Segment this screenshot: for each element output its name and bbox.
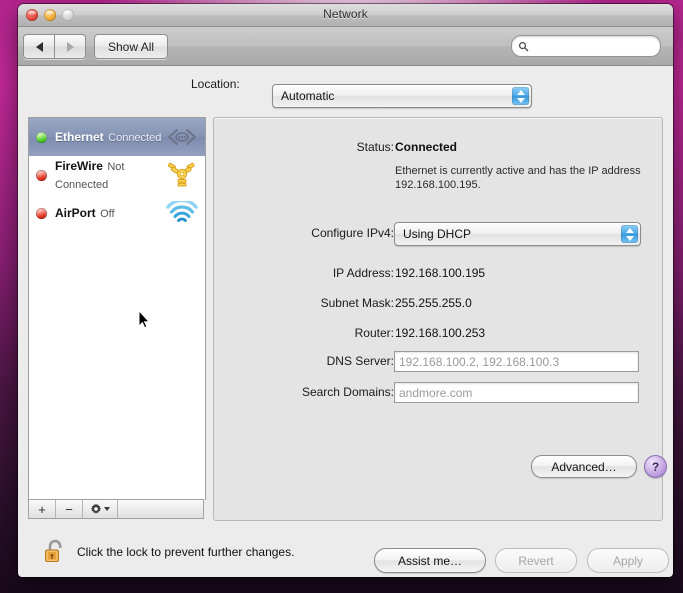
service-row-firewire[interactable]: FireWire Not Connected [29,156,205,194]
help-button[interactable]: ? [644,455,667,478]
apply-label: Apply [613,554,643,568]
assist-me-button[interactable]: Assist me… [374,548,486,573]
advanced-label: Advanced… [551,460,616,474]
search-domains-row: Search Domains: [214,381,662,403]
dns-server-input[interactable] [395,354,638,369]
assist-me-label: Assist me… [398,554,462,568]
lock-area[interactable]: Click the lock to prevent further change… [44,539,294,565]
configure-ipv4-stepper-icon [621,225,638,243]
router-label: Router: [194,322,394,344]
dns-server-field[interactable] [394,351,639,372]
service-action-menu-button[interactable] [83,500,118,518]
add-service-button[interactable]: + [29,500,56,518]
advanced-button[interactable]: Advanced… [531,455,637,478]
service-name: Ethernet [55,130,104,144]
add-service-label: + [38,502,46,517]
service-row-ethernet[interactable]: Ethernet Connected [29,118,205,156]
revert-button: Revert [495,548,577,573]
location-stepper-icon [512,87,529,105]
service-detail-pane: Status: Connected Ethernet is currently … [213,117,663,521]
service-name: FireWire [55,159,103,173]
revert-label: Revert [518,554,553,568]
forward-button [54,34,86,59]
back-button[interactable] [23,34,54,59]
status-indicator-icon [36,132,47,143]
status-value: Connected [395,136,457,158]
dns-server-row: DNS Server: [214,350,662,372]
navigation-buttons [23,34,86,59]
help-label: ? [652,460,659,474]
search-domains-input[interactable] [395,385,638,400]
service-list-footer: + − [28,499,204,519]
show-all-label: Show All [108,40,154,54]
configure-ipv4-popup-button[interactable]: Using DHCP [394,222,641,246]
service-row-airport[interactable]: AirPort Off [29,194,205,232]
chevron-down-icon [104,507,110,511]
remove-service-button[interactable]: − [56,500,83,518]
search-field[interactable] [511,35,661,57]
lock-message: Click the lock to prevent further change… [77,545,294,559]
forward-arrow-icon [67,42,74,52]
status-indicator-icon [36,208,47,219]
status-description: Ethernet is currently active and has the… [395,164,645,192]
router-value: 192.168.100.253 [395,322,485,344]
service-state: Connected [108,132,161,144]
preferences-toolbar: Show All [18,27,673,66]
location-popup-button[interactable]: Automatic [272,84,532,108]
show-all-button[interactable]: Show All [94,34,168,59]
configure-ipv4-label: Configure IPv4: [194,222,394,244]
ip-address-row: IP Address: 192.168.100.195 [214,262,662,284]
back-arrow-icon [36,42,43,52]
footer-filler [118,500,203,518]
search-domains-field[interactable] [394,382,639,403]
search-domains-label: Search Domains: [194,381,394,403]
configure-ipv4-value: Using DHCP [395,227,471,241]
search-icon [518,41,529,52]
status-indicator-icon [36,170,47,181]
service-state: Off [100,208,114,220]
ip-address-label: IP Address: [194,262,394,284]
subnet-mask-label: Subnet Mask: [194,292,394,314]
network-preferences-window: Network Show All Location: Automatic [18,4,673,577]
ip-address-value: 192.168.100.195 [395,262,485,284]
unlocked-padlock-icon[interactable] [44,539,66,565]
location-label: Location: [191,77,240,91]
search-input[interactable] [529,38,659,54]
apply-button: Apply [587,548,669,573]
window-title: Network [18,7,673,21]
remove-service-label: − [65,502,73,517]
gear-icon [90,503,102,515]
status-label: Status: [194,136,394,158]
location-selected-value: Automatic [273,89,334,103]
service-name: AirPort [55,206,96,220]
subnet-mask-value: 255.255.255.0 [395,292,472,314]
subnet-mask-row: Subnet Mask: 255.255.255.0 [214,292,662,314]
network-service-list[interactable]: Ethernet Connected FireWire Not Connecte… [28,117,206,500]
dns-server-label: DNS Server: [194,350,394,372]
router-row: Router: 192.168.100.253 [214,322,662,344]
window-titlebar: Network [18,4,673,27]
status-row: Status: Connected [214,136,662,158]
firewire-icon [165,160,199,190]
